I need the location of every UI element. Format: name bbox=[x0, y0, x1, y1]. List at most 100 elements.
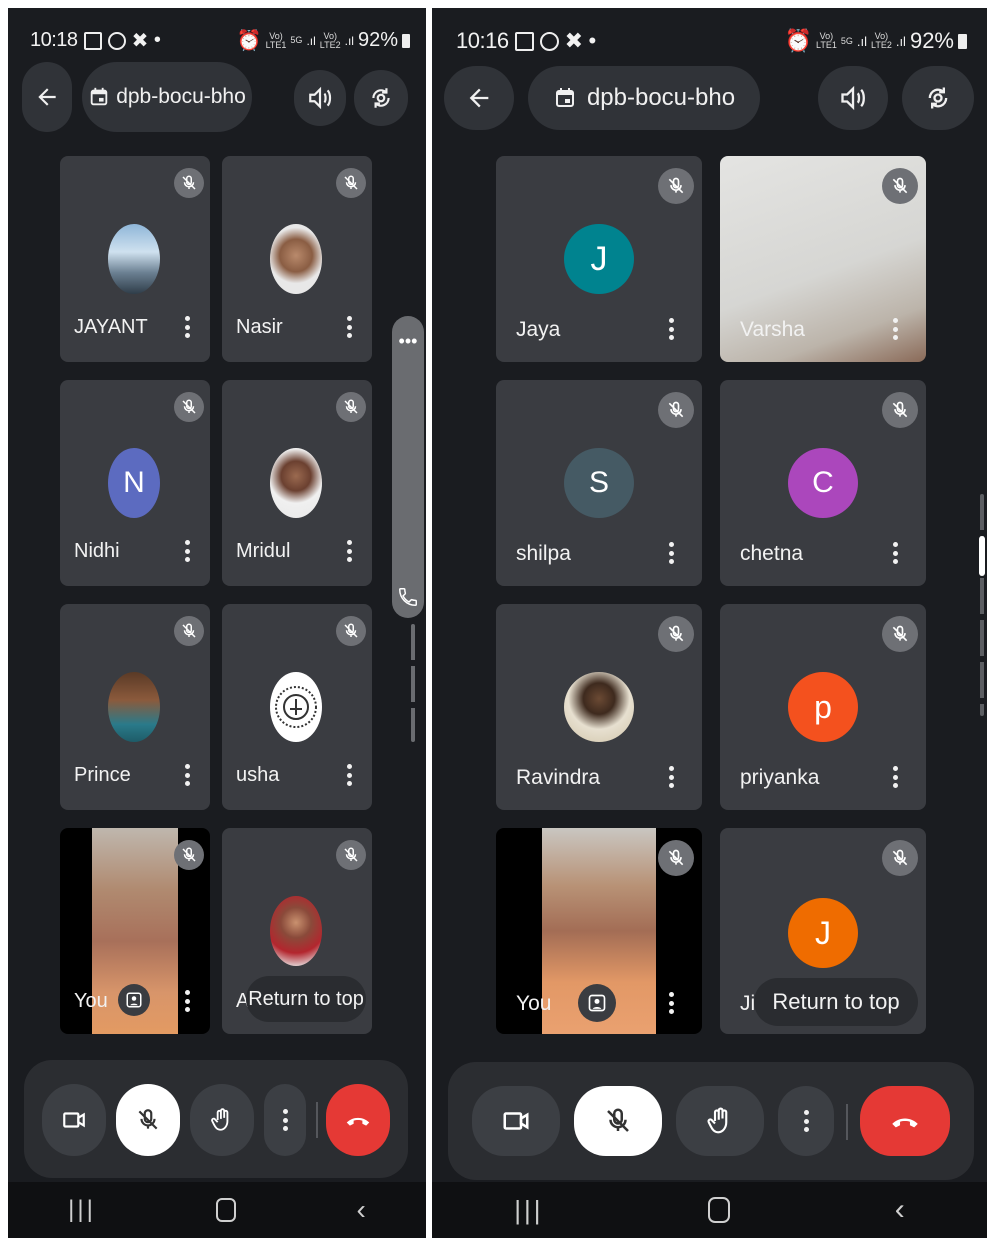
more-options-icon[interactable] bbox=[184, 764, 190, 786]
camera-toggle-button[interactable] bbox=[42, 1084, 106, 1156]
participant-name: JAYANT bbox=[74, 316, 148, 338]
return-to-top-button[interactable]: Return to top bbox=[246, 976, 366, 1022]
mic-off-icon bbox=[882, 392, 918, 428]
app-icon: ✖ bbox=[564, 28, 583, 53]
more-options-button[interactable] bbox=[778, 1086, 834, 1156]
battery-percent: 92% bbox=[909, 28, 954, 53]
nav-home-icon[interactable] bbox=[708, 1197, 731, 1223]
participant-name: shilpa bbox=[516, 542, 571, 565]
more-options-icon[interactable] bbox=[668, 766, 674, 788]
return-to-top-label: Return to top bbox=[772, 989, 900, 1014]
meeting-info-button[interactable]: dpb-bocu-bho bbox=[528, 66, 760, 130]
speaker-button[interactable] bbox=[294, 70, 346, 126]
more-options-icon[interactable] bbox=[668, 318, 674, 340]
net-5g: 5G bbox=[290, 35, 303, 45]
participant-tile-varsha[interactable]: Varsha bbox=[720, 156, 926, 362]
more-options-icon[interactable] bbox=[892, 542, 898, 564]
participant-name: Nasir bbox=[236, 316, 283, 338]
participant-tile-you[interactable]: You bbox=[496, 828, 702, 1034]
speaker-button[interactable] bbox=[818, 66, 888, 130]
participant-name: Nidhi bbox=[74, 540, 120, 562]
battery-icon bbox=[402, 33, 410, 48]
seal-icon bbox=[275, 686, 317, 728]
meeting-info-button[interactable]: dpb-bocu-bho bbox=[82, 62, 252, 132]
net-5g: 5G bbox=[840, 35, 853, 46]
phone-hangup-icon bbox=[346, 1117, 370, 1126]
net-lte1: LTE1 bbox=[816, 40, 837, 50]
battery-percent: 92% bbox=[357, 29, 398, 51]
participant-tile-jaya[interactable]: J Jaya bbox=[496, 156, 702, 362]
more-options-icon[interactable] bbox=[892, 318, 898, 340]
nav-recents-icon[interactable]: ||| bbox=[68, 1196, 96, 1224]
avatar-initial: J bbox=[564, 224, 634, 294]
mic-toggle-button[interactable] bbox=[116, 1084, 180, 1156]
status-bar-right: 10:16 ✖ • bbox=[456, 28, 596, 54]
participant-tile-usha[interactable]: usha bbox=[222, 604, 372, 810]
end-call-button[interactable] bbox=[326, 1084, 390, 1156]
return-to-top-button[interactable]: Return to top bbox=[754, 978, 918, 1026]
participant-name: You bbox=[516, 992, 552, 1015]
scrollbar-track[interactable] bbox=[980, 494, 984, 716]
more-options-icon[interactable] bbox=[668, 542, 674, 564]
more-options-icon[interactable] bbox=[668, 992, 674, 1014]
more-vert-icon bbox=[803, 1110, 809, 1132]
more-options-icon[interactable] bbox=[184, 316, 190, 338]
phone-icon[interactable] bbox=[397, 586, 419, 608]
nav-home-icon[interactable] bbox=[216, 1198, 237, 1222]
participant-tile-prince[interactable]: Prince bbox=[60, 604, 210, 810]
scrollbar-track[interactable] bbox=[411, 624, 415, 742]
back-button[interactable] bbox=[444, 66, 514, 130]
mic-off-icon bbox=[658, 168, 694, 204]
signal-icon: .ıl bbox=[344, 33, 354, 48]
nav-back-icon[interactable]: ‹ bbox=[895, 1193, 905, 1227]
back-button[interactable] bbox=[22, 62, 72, 132]
more-horiz-icon[interactable]: ••• bbox=[392, 332, 424, 350]
end-call-button[interactable] bbox=[860, 1086, 950, 1156]
system-nav-bar: ||| ‹ bbox=[432, 1182, 987, 1238]
participant-tile-jayant[interactable]: JAYANT bbox=[60, 156, 210, 362]
nav-recents-icon[interactable]: ||| bbox=[514, 1195, 543, 1226]
mic-toggle-button[interactable] bbox=[574, 1086, 662, 1156]
more-options-icon[interactable] bbox=[892, 766, 898, 788]
participant-tile-nasir[interactable]: Nasir bbox=[222, 156, 372, 362]
status-time: 10:16 bbox=[456, 28, 509, 53]
mic-off-icon bbox=[882, 616, 918, 652]
scrollbar-thumb[interactable] bbox=[979, 536, 985, 576]
more-options-icon[interactable] bbox=[346, 764, 352, 786]
switch-camera-button[interactable] bbox=[902, 66, 974, 130]
mic-off-icon bbox=[174, 392, 204, 422]
right-screen: 10:16 ✖ • ⏰ Vo) LTE1 5G .ıl Vo) LTE2 .ıl 9… bbox=[432, 8, 987, 1238]
camera-switch-icon bbox=[372, 88, 390, 108]
raise-hand-button[interactable] bbox=[190, 1084, 254, 1156]
more-options-button[interactable] bbox=[264, 1084, 306, 1156]
participant-tile-nidhi[interactable]: N Nidhi bbox=[60, 380, 210, 586]
participant-tile-priyanka[interactable]: p priyanka bbox=[720, 604, 926, 810]
more-options-icon[interactable] bbox=[346, 316, 352, 338]
participant-tile-chetna[interactable]: C chetna bbox=[720, 380, 926, 586]
switch-camera-button[interactable] bbox=[354, 70, 408, 126]
raise-hand-button[interactable] bbox=[676, 1086, 764, 1156]
net-lte2: LTE2 bbox=[319, 39, 341, 50]
effects-button[interactable] bbox=[578, 984, 616, 1022]
avatar-photo bbox=[270, 896, 322, 966]
arrow-left-icon bbox=[469, 88, 489, 108]
mic-off-icon bbox=[658, 392, 694, 428]
participant-tile-you[interactable]: You bbox=[60, 828, 210, 1034]
more-options-icon[interactable] bbox=[184, 990, 190, 1012]
avatar-initial: p bbox=[788, 672, 858, 742]
participant-name: Ravindra bbox=[516, 766, 601, 789]
floating-side-panel[interactable]: ••• bbox=[392, 316, 424, 618]
mic-off-icon bbox=[174, 168, 204, 198]
more-options-icon[interactable] bbox=[184, 540, 190, 562]
camera-toggle-button[interactable] bbox=[472, 1086, 560, 1156]
participant-name: priyanka bbox=[740, 766, 820, 789]
participant-tile-mridul[interactable]: Mridul bbox=[222, 380, 372, 586]
participant-tile-ravindra[interactable]: Ravindra bbox=[496, 604, 702, 810]
mic-off-icon bbox=[174, 616, 204, 646]
more-options-icon[interactable] bbox=[346, 540, 352, 562]
signal-icon: .ıl bbox=[306, 33, 316, 48]
effects-button[interactable] bbox=[118, 984, 150, 1016]
nav-back-icon[interactable]: ‹ bbox=[356, 1194, 365, 1226]
participant-tile-shilpa[interactable]: S shilpa bbox=[496, 380, 702, 586]
gallery-icon bbox=[83, 31, 102, 50]
